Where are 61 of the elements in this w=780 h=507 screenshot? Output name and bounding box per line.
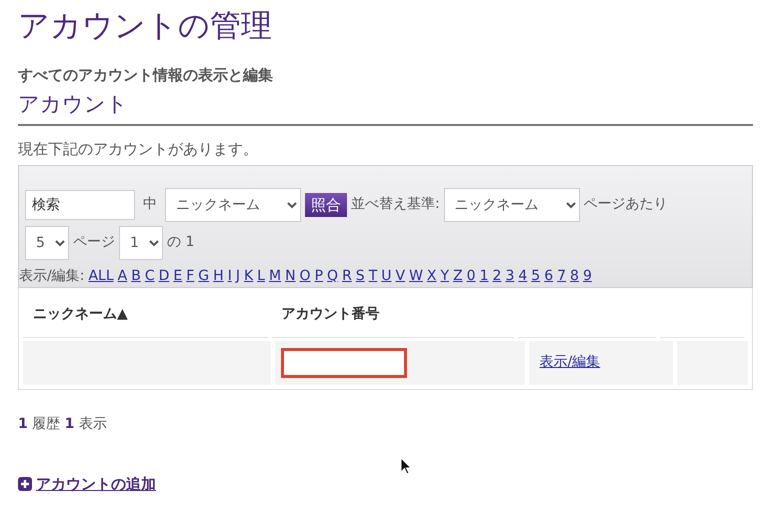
letter-link[interactable]: F — [186, 266, 194, 286]
letter-link[interactable]: Z — [453, 266, 463, 286]
letter-link[interactable]: 7 — [557, 266, 566, 286]
cursor-icon — [400, 457, 412, 475]
letter-link[interactable]: J — [236, 266, 240, 286]
letter-link[interactable]: Q — [327, 266, 338, 286]
letter-link[interactable]: V — [396, 266, 406, 286]
letter-link[interactable]: Y — [440, 266, 450, 286]
letter-link[interactable]: R — [342, 266, 352, 286]
add-account-link[interactable]: アカウントの追加 — [36, 472, 156, 495]
page-label: ページ — [73, 233, 115, 252]
letter-link[interactable]: D — [158, 266, 170, 286]
letter-link[interactable]: B — [131, 266, 141, 286]
field-select[interactable]: ニックネーム — [165, 188, 301, 222]
column-header[interactable]: ニックネーム▲ — [23, 292, 268, 338]
letter-link[interactable]: E — [173, 266, 182, 286]
letter-link[interactable]: 5 — [531, 266, 540, 286]
view-edit-link[interactable]: 表示/編集 — [539, 352, 600, 373]
subtitle: すべてのアカウント情報の表示と編集 — [18, 65, 274, 86]
page-title: アカウントの管理 — [18, 7, 273, 46]
letter-link[interactable]: U — [381, 266, 392, 286]
letter-link[interactable]: X — [426, 266, 437, 286]
intro-text: 現在下記のアカウントがあります。 — [18, 139, 259, 160]
search-field[interactable]: 検索 — [25, 190, 135, 220]
per-page-label: ページあたり — [584, 195, 668, 214]
letter-link[interactable]: H — [213, 266, 224, 286]
letter-link[interactable]: C — [144, 266, 155, 286]
column-header: アカウント番号 — [272, 292, 514, 338]
letter-link[interactable]: 4 — [518, 266, 528, 286]
section-title: アカウント — [18, 88, 753, 126]
sort-label: 並べ替え基準: — [351, 195, 440, 214]
letter-link[interactable]: 6 — [544, 266, 554, 286]
letter-link[interactable]: K — [244, 266, 254, 286]
letter-link[interactable]: 1 — [480, 266, 489, 286]
letter-link[interactable]: N — [285, 266, 296, 286]
letter-link[interactable]: P — [314, 266, 324, 286]
letter-link[interactable]: I — [228, 266, 232, 286]
letter-link[interactable]: 9 — [582, 266, 592, 286]
plus-icon — [18, 476, 32, 491]
letter-link[interactable]: O — [300, 266, 311, 286]
letter-link[interactable]: M — [268, 266, 282, 286]
page-select[interactable]: 1 — [119, 226, 163, 260]
letter-link[interactable]: A — [118, 266, 128, 286]
letter-link[interactable]: 8 — [570, 266, 579, 286]
per-page-select[interactable]: 5 — [25, 226, 69, 260]
page-count: の 1 — [167, 233, 194, 252]
letter-link[interactable]: 0 — [466, 266, 476, 286]
in-label: 中 — [143, 195, 157, 214]
letter-link[interactable]: L — [257, 266, 265, 286]
letter-link[interactable]: S — [356, 266, 365, 286]
letter-link[interactable]: T — [368, 266, 378, 286]
letters-label: 表示/編集: — [19, 266, 84, 286]
summary-text: 1 履歴 1 表示 — [18, 414, 108, 434]
sort-select[interactable]: ニックネーム — [444, 188, 580, 222]
letter-link[interactable]: W — [409, 266, 423, 286]
letter-link[interactable]: 2 — [492, 266, 502, 286]
letter-link[interactable]: ALL — [88, 266, 114, 286]
letter-link[interactable]: 3 — [505, 266, 514, 286]
match-button[interactable]: 照合 — [305, 192, 347, 216]
account-number-field[interactable] — [281, 348, 408, 378]
letter-link[interactable]: G — [198, 266, 210, 286]
